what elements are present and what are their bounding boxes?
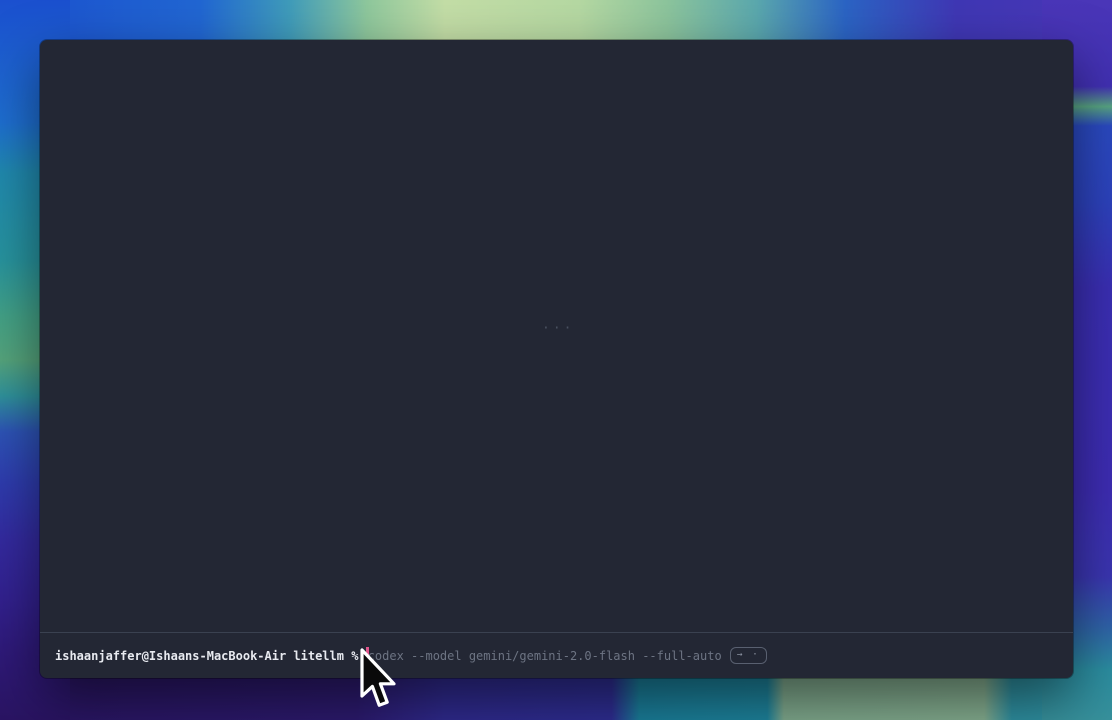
loading-indicator: ··· [542,321,574,336]
desktop: ··· ishaanjaffer@Ishaans-MacBook-Air lit… [0,0,1112,720]
text-cursor [366,647,369,662]
terminal-window[interactable]: ··· ishaanjaffer@Ishaans-MacBook-Air lit… [40,40,1073,678]
shell-prompt: ishaanjaffer@Ishaans-MacBook-Air litellm… [55,648,358,664]
terminal-prompt-bar[interactable]: ishaanjaffer@Ishaans-MacBook-Air litellm… [40,632,1073,678]
prompt-spacer [358,648,365,664]
terminal-output-area[interactable]: ··· [40,40,1073,631]
autosuggestion-text: codex --model gemini/gemini-2.0-flash --… [368,648,722,664]
accept-suggestion-hint[interactable]: → · [730,647,767,664]
